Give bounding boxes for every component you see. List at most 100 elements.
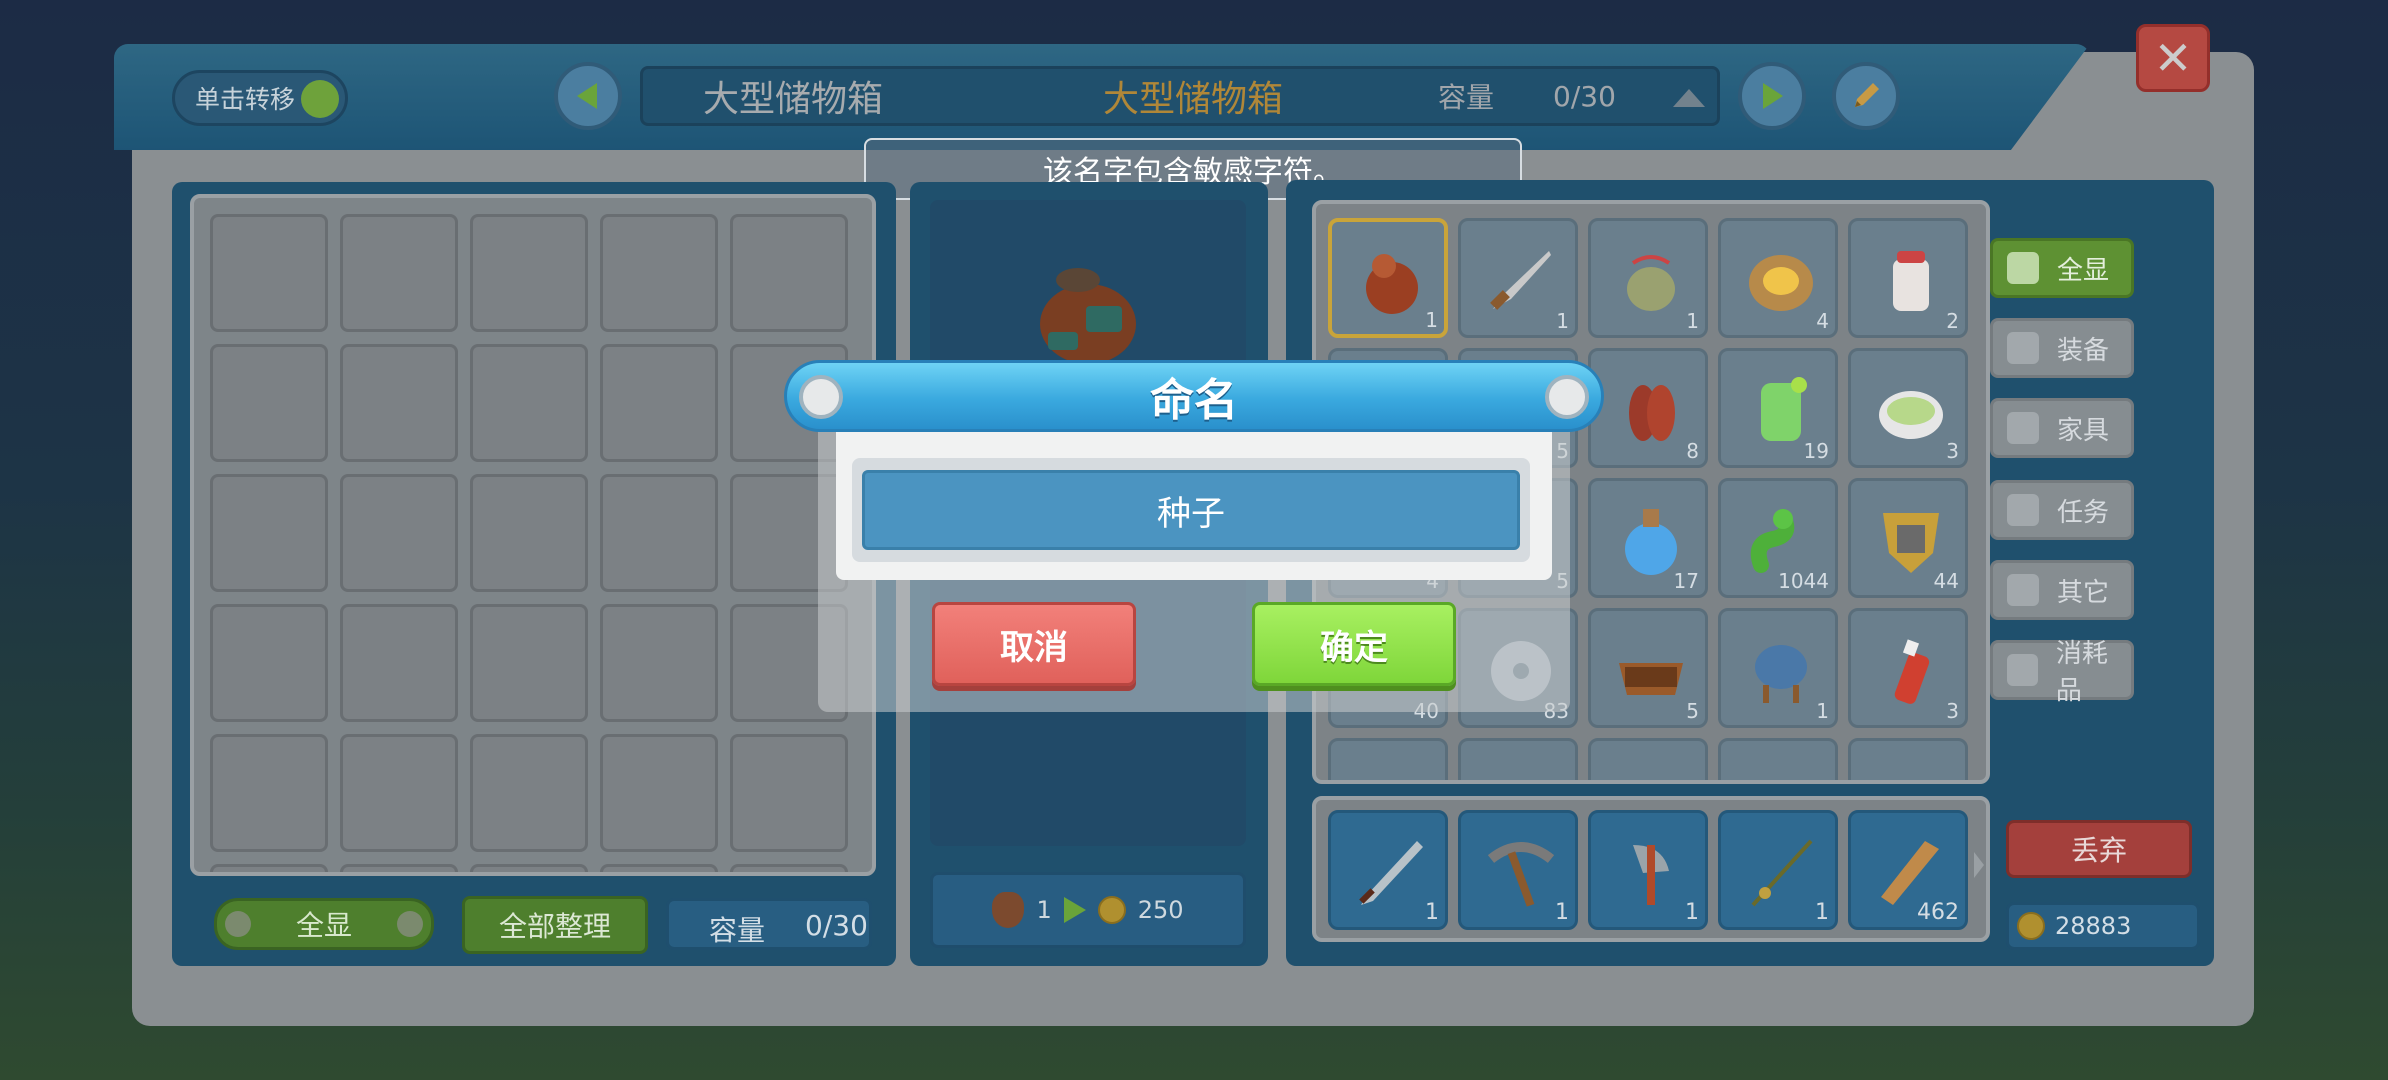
rename-dialog-title: 命名: [784, 360, 1604, 432]
storage-slot[interactable]: [210, 214, 328, 332]
storage-slot[interactable]: [340, 344, 458, 462]
inventory-slot[interactable]: [1848, 738, 1968, 780]
storage-slot[interactable]: [600, 734, 718, 852]
category-tab[interactable]: 全显: [1990, 238, 2134, 298]
gold-balance: 28883: [2006, 902, 2200, 950]
chevron-right-icon[interactable]: [1972, 850, 1986, 880]
show-all-toggle[interactable]: 全显: [214, 898, 434, 950]
item-count: 3: [1946, 699, 1959, 723]
inventory-slot[interactable]: [1458, 738, 1578, 780]
category-tab[interactable]: 消耗品: [1990, 639, 2134, 706]
inventory-slot[interactable]: 5: [1588, 608, 1708, 728]
pencil-icon: [1855, 83, 1879, 107]
discard-button[interactable]: 丢弃: [2006, 820, 2192, 878]
storage-slot[interactable]: [210, 474, 328, 592]
sell-price-value: 250: [1137, 896, 1184, 924]
coin-icon: [2017, 912, 2045, 940]
item-count: 1: [1686, 309, 1699, 333]
inventory-slot[interactable]: [1328, 738, 1448, 780]
storage-slot[interactable]: [470, 214, 588, 332]
tool-slot[interactable]: 462: [1848, 810, 1968, 930]
storage-slot[interactable]: [340, 474, 458, 592]
storage-slot[interactable]: [600, 474, 718, 592]
storage-name-left: 大型储物箱: [703, 79, 884, 120]
inventory-slot[interactable]: 4: [1718, 218, 1838, 338]
axe-icon: [1633, 845, 1669, 905]
category-tab[interactable]: 任务: [1990, 480, 2134, 540]
barrel-stand-icon: [1755, 645, 1807, 703]
tool-slot[interactable]: 1: [1328, 810, 1448, 930]
rivet-left-icon: [799, 375, 843, 419]
jar-icon: [1893, 251, 1929, 311]
storage-slot[interactable]: [210, 864, 328, 872]
category-label: 全显: [2057, 255, 2110, 286]
rename-dialog-title-text: 命名: [1150, 375, 1238, 426]
storage-slot[interactable]: [340, 214, 458, 332]
storage-slot[interactable]: [470, 864, 588, 872]
category-tab[interactable]: 家具: [1990, 398, 2134, 458]
toggle-dot-right: [397, 911, 423, 937]
expand-up-icon[interactable]: [1673, 89, 1705, 107]
storage-slot[interactable]: [600, 344, 718, 462]
storage-slot[interactable]: [340, 734, 458, 852]
tool-count: 1: [1685, 900, 1699, 925]
storage-slot[interactable]: [210, 344, 328, 462]
sword-small-icon: [2007, 332, 2039, 364]
category-tab[interactable]: 其它: [1990, 560, 2134, 620]
inventory-slot[interactable]: 8: [1588, 348, 1708, 468]
inventory-slot[interactable]: 1: [1588, 218, 1708, 338]
tool-count: 1: [1425, 900, 1439, 925]
item-count: 1: [1816, 699, 1829, 723]
arrow-left-icon: [577, 83, 597, 109]
storage-name-right: 大型储物箱: [1103, 79, 1284, 120]
storage-slot[interactable]: [600, 864, 718, 872]
inventory-slot[interactable]: 1: [1328, 218, 1448, 338]
confirm-button[interactable]: 确定: [1252, 602, 1456, 686]
close-button[interactable]: ✕: [2136, 24, 2210, 92]
cancel-button[interactable]: 取消: [932, 602, 1136, 686]
rename-button[interactable]: [1832, 62, 1900, 130]
tool-slot[interactable]: 1: [1718, 810, 1838, 930]
storage-slot[interactable]: [600, 604, 718, 722]
next-storage-button[interactable]: [1738, 62, 1806, 130]
inventory-slot[interactable]: 19: [1718, 348, 1838, 468]
storage-slot[interactable]: [210, 604, 328, 722]
storage-slot[interactable]: [600, 214, 718, 332]
clipboard-icon: [2007, 494, 2039, 526]
item-count: 8: [1686, 439, 1699, 463]
storage-slot[interactable]: [470, 604, 588, 722]
inventory-slot[interactable]: 44: [1848, 478, 1968, 598]
tool-slot[interactable]: 1: [1458, 810, 1578, 930]
inventory-slot[interactable]: 1044: [1718, 478, 1838, 598]
transfer-toggle[interactable]: 单击转移: [172, 70, 348, 126]
category-tab[interactable]: 装备: [1990, 318, 2134, 378]
inventory-slot[interactable]: 3: [1848, 348, 1968, 468]
inventory-slot[interactable]: 1: [1718, 608, 1838, 728]
storage-slot[interactable]: [210, 734, 328, 852]
storage-capacity-value: 0/30: [805, 909, 868, 942]
storage-slot[interactable]: [730, 214, 848, 332]
storage-slot[interactable]: [470, 734, 588, 852]
inventory-slot[interactable]: 1: [1458, 218, 1578, 338]
inventory-slot[interactable]: [1718, 738, 1838, 780]
arrow-right-icon: [1763, 83, 1783, 109]
inventory-slot[interactable]: [1588, 738, 1708, 780]
sword-icon: [1359, 841, 1423, 905]
sack-icon: [992, 892, 1025, 928]
chest-preview-icon: [1040, 268, 1136, 364]
name-input[interactable]: [862, 470, 1520, 550]
tool-slot[interactable]: 1: [1588, 810, 1708, 930]
storage-slot[interactable]: [730, 864, 848, 872]
storage-slot[interactable]: [730, 734, 848, 852]
storage-slot[interactable]: [470, 474, 588, 592]
transfer-toggle-label: 单击转移: [195, 85, 296, 114]
wooden-tray-icon: [1619, 663, 1683, 695]
storage-slot[interactable]: [340, 604, 458, 722]
storage-slot[interactable]: [340, 864, 458, 872]
sort-all-button[interactable]: 全部整理: [462, 896, 648, 954]
storage-slot[interactable]: [470, 344, 588, 462]
prev-storage-button[interactable]: [554, 62, 622, 130]
inventory-slot[interactable]: 17: [1588, 478, 1708, 598]
inventory-slot[interactable]: 2: [1848, 218, 1968, 338]
inventory-slot[interactable]: 3: [1848, 608, 1968, 728]
